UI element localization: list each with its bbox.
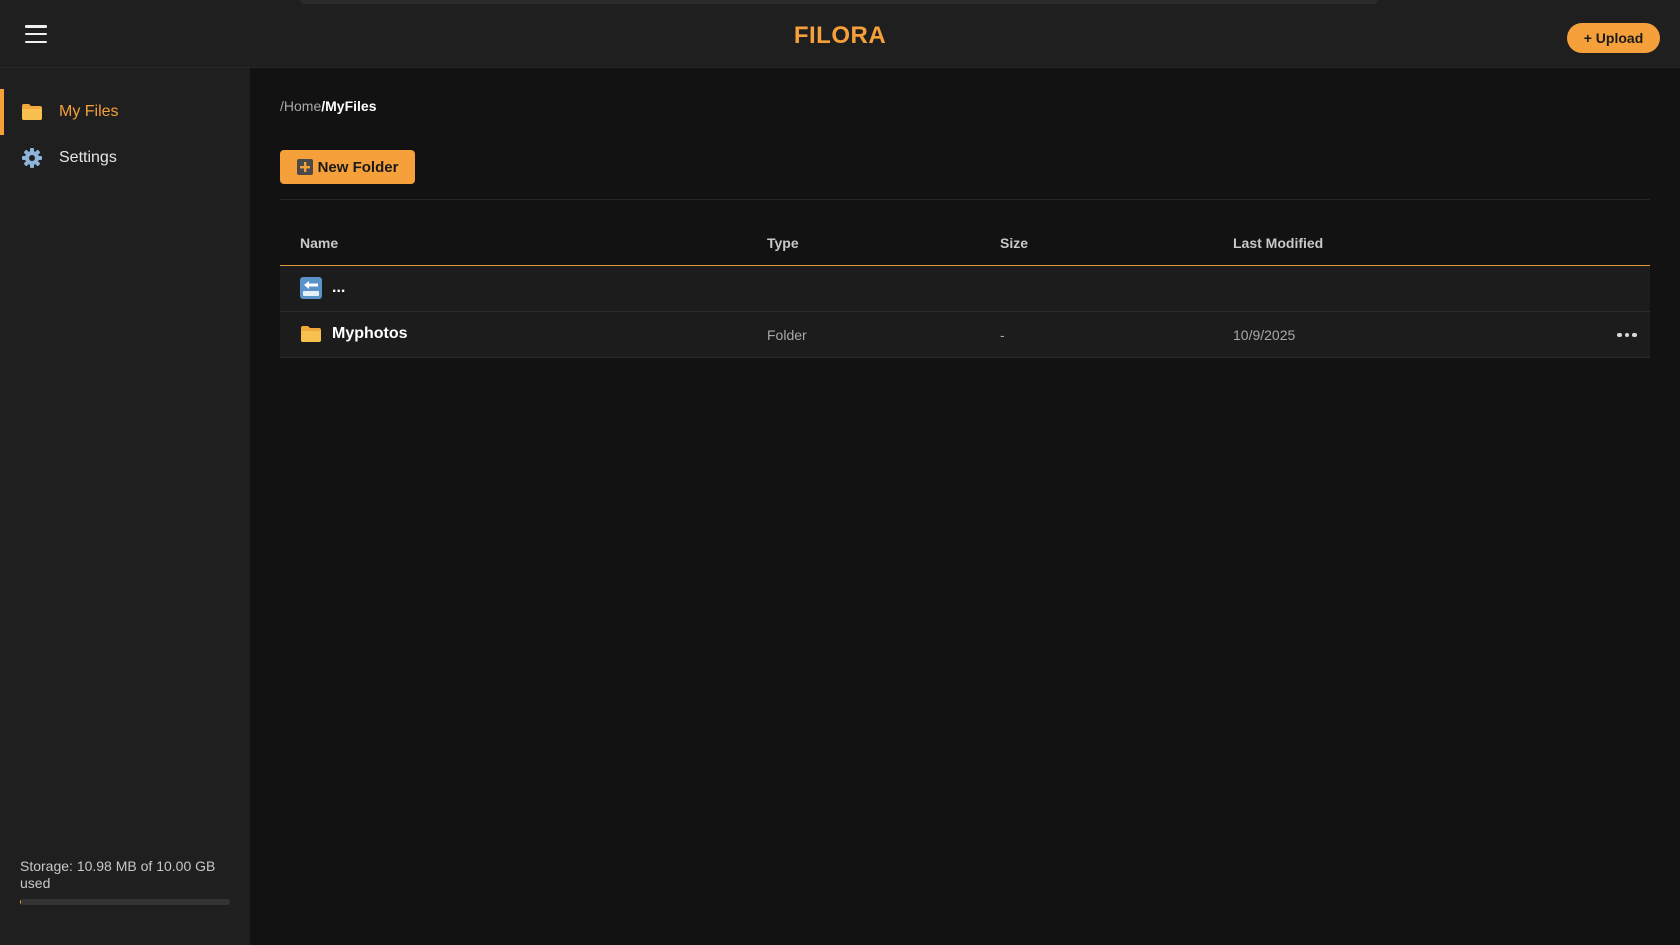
file-size: - [1000,327,1005,343]
new-folder-label: New Folder [317,158,399,176]
sidebar-item-my-files[interactable]: My Files [0,89,250,135]
sidebar-item-settings[interactable]: Settings [0,135,250,181]
column-header-size[interactable]: Size [1000,235,1028,251]
storage-usage-text: Storage: 10.98 MB of 10.00 GB used [20,858,216,891]
divider [280,199,1650,200]
table-row[interactable]: Myphotos Folder - 10/9/2025 [280,312,1650,358]
name-cell: ... [300,277,345,299]
app-brand: FILORA [793,22,887,49]
top-strip [300,0,1378,4]
sidebar-item-label: My Files [59,103,119,120]
file-name: ... [332,279,346,296]
table-header: Name Type Size Last Modified [280,220,1650,266]
breadcrumb: /Home/MyFiles [280,98,376,114]
table-row-back[interactable]: ... [280,266,1650,312]
main-content: /Home/MyFiles New Folder Name Type Size … [250,68,1680,945]
upload-button[interactable]: + Upload [1567,23,1660,53]
file-name: Myphotos [332,325,408,342]
plus-icon [296,159,313,175]
top-bar: FILORA + Upload [0,0,1680,68]
hamburger-menu-icon[interactable] [22,21,50,47]
sidebar: My Files Settings Storage: 10.98 MB of 1… [0,68,250,945]
back-arrow-icon [300,277,322,299]
folder-icon [22,104,42,120]
gear-icon [22,148,42,168]
file-last-modified: 10/9/2025 [1233,327,1296,343]
file-type: Folder [767,327,807,343]
file-table: Name Type Size Last Modified ... Myphoto… [280,220,1650,358]
storage-progress-bar [20,899,230,905]
more-options-icon[interactable] [1615,326,1639,344]
breadcrumb-current: /MyFiles [321,98,377,114]
column-header-last-modified[interactable]: Last Modified [1233,235,1323,251]
new-folder-button[interactable]: New Folder [280,150,415,184]
sidebar-item-label: Settings [59,149,117,166]
column-header-name[interactable]: Name [300,235,338,251]
name-cell: Myphotos [300,323,408,345]
column-header-type[interactable]: Type [767,235,799,251]
folder-icon [301,326,321,342]
breadcrumb-home[interactable]: /Home [280,98,321,114]
